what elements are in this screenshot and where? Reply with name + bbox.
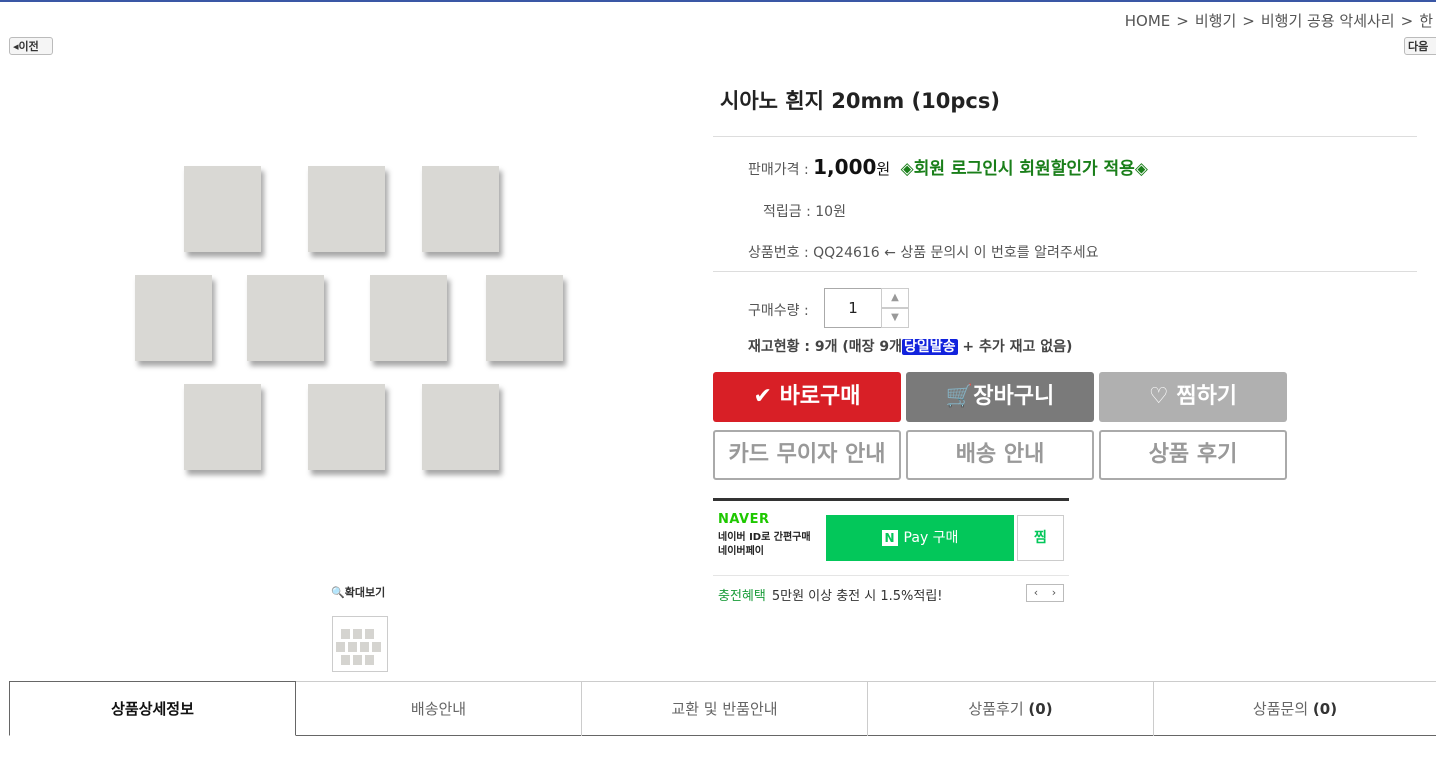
naver-logo: NAVER (718, 512, 770, 527)
hinge-piece (184, 384, 261, 470)
member-promo: ◈회원 로그인시 회원할인가 적용◈ (900, 159, 1148, 179)
hinge-piece (422, 384, 499, 470)
quantity-decrease-button[interactable]: ▼ (881, 308, 909, 328)
hinge-piece (247, 275, 324, 361)
tab-return[interactable]: 교환 및 반품안내 (582, 682, 868, 736)
hinge-piece (486, 275, 563, 361)
shipping-info-button[interactable]: 배송 안내 (906, 430, 1094, 480)
zoom-button[interactable]: 🔍확대보기 (331, 584, 385, 600)
breadcrumb-sep: > (1176, 12, 1189, 30)
stock-status: 재고현황 : 9개 (매장 9개 당일발송 + 추가 재고 없음) (748, 339, 1073, 355)
check-icon: ✔ (753, 384, 772, 409)
product-review-button[interactable]: 상품 후기 (1099, 430, 1287, 480)
heart-icon: ♡ (1148, 384, 1169, 409)
product-main-image[interactable] (100, 150, 600, 490)
divider (713, 271, 1417, 272)
product-code: QQ24616 ← 상품 문의시 이 번호를 알려주세요 (813, 245, 1099, 261)
naver-pay-button[interactable]: N Pay 구매 (826, 515, 1014, 561)
tab-qna[interactable]: 상품문의 (0) (1154, 682, 1436, 736)
magnifier-icon: 🔍 (331, 586, 345, 599)
same-day-badge: 당일발송 (902, 339, 958, 355)
hinge-piece (184, 166, 261, 252)
prev-product-button[interactable]: ◂이전 (9, 37, 53, 55)
quantity-input[interactable]: 1 (824, 288, 882, 328)
hinge-piece (308, 166, 385, 252)
breadcrumb-sep: > (1400, 12, 1414, 30)
breadcrumb-accessories[interactable]: 비행기 공용 악세사리 (1261, 12, 1395, 30)
next-product-button[interactable]: 다음 (1404, 37, 1436, 55)
product-title: 시아노 흰지 20mm (10pcs) (720, 89, 1000, 113)
breadcrumb-home[interactable]: HOME (1125, 12, 1171, 30)
card-installment-info-button[interactable]: 카드 무이자 안내 (713, 430, 901, 480)
divider (713, 575, 1069, 576)
divider (713, 136, 1417, 137)
npay-divider (713, 498, 1069, 501)
chevron-left-icon[interactable]: ‹ (1027, 585, 1045, 601)
buy-now-button[interactable]: ✔ 바로구매 (713, 372, 901, 422)
price-row: 판매가격 : 1,000원 ◈회원 로그인시 회원할인가 적용◈ (748, 155, 1148, 179)
breadcrumb-current[interactable]: 한 (1419, 12, 1433, 30)
wishlist-button[interactable]: ♡ 찜하기 (1099, 372, 1287, 422)
hinge-piece (422, 166, 499, 252)
price-value: 1,000 (813, 155, 877, 179)
product-thumbnail[interactable] (332, 616, 388, 672)
npay-benefit: 충전혜택 5만원 이상 충전 시 1.5%적립! (718, 589, 943, 604)
quantity-increase-button[interactable]: ▲ (881, 288, 909, 308)
chevron-right-icon[interactable]: › (1045, 585, 1063, 601)
breadcrumb-airplane[interactable]: 비행기 (1195, 12, 1236, 30)
tab-shipping[interactable]: 배송안내 (296, 682, 582, 736)
tab-reviews[interactable]: 상품후기 (0) (868, 682, 1154, 736)
qty-label: 구매수량 : (748, 303, 809, 319)
naver-n-icon: N (881, 530, 898, 546)
hinge-piece (370, 275, 447, 361)
naver-desc: 네이버 ID로 간편구매 네이버페이 (718, 532, 811, 557)
top-accent-line (0, 0, 1436, 2)
cart-icon: 🛒 (945, 384, 974, 409)
points-row: 적립금 : 10원 (763, 204, 846, 220)
benefit-pager: ‹ › (1026, 584, 1064, 602)
hinge-piece (135, 275, 212, 361)
product-tabs: 상품상세정보 배송안내 교환 및 반품안내 상품후기 (0) 상품문의 (0) (9, 681, 1436, 736)
points-value: 10원 (815, 204, 846, 220)
tab-detail[interactable]: 상품상세정보 (9, 681, 296, 736)
hinge-piece (308, 384, 385, 470)
product-code-row: 상품번호 : QQ24616 ← 상품 문의시 이 번호를 알려주세요 (748, 245, 1099, 261)
add-to-cart-button[interactable]: 🛒장바구니 (906, 372, 1094, 422)
breadcrumb: HOME > 비행기 > 비행기 공용 악세사리 > 한 (1122, 10, 1436, 31)
breadcrumb-sep: > (1242, 12, 1255, 30)
naver-zzim-button[interactable]: 찜 (1017, 515, 1064, 561)
